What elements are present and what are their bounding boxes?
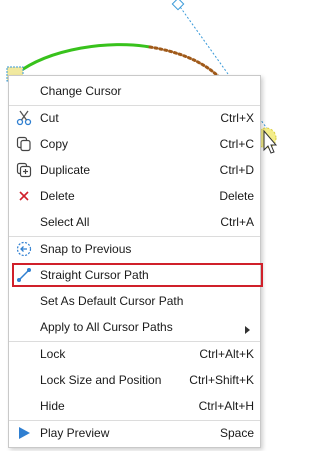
menu-item-apply-all-paths[interactable]: Apply to All Cursor Paths (9, 314, 260, 340)
menu-item-shortcut: Ctrl+A (220, 215, 254, 229)
menu-item-change-cursor[interactable]: Change Cursor (9, 78, 260, 104)
menu-item-label: Duplicate (40, 163, 91, 177)
delete-x-icon (15, 187, 33, 205)
menu-item-label: Copy (40, 137, 69, 151)
menu-item-shortcut: Ctrl+Shift+K (189, 373, 254, 387)
copy-icon (15, 135, 33, 153)
menu-item-label: Lock Size and Position (40, 373, 162, 387)
menu-item-hide[interactable]: Hide Ctrl+Alt+H (9, 393, 260, 419)
menu-item-label: Hide (40, 399, 65, 413)
menu-item-select-all[interactable]: Select All Ctrl+A (9, 209, 260, 235)
duplicate-icon (15, 161, 33, 179)
menu-item-set-default-path[interactable]: Set As Default Cursor Path (9, 288, 260, 314)
menu-item-shortcut: Ctrl+Alt+H (198, 399, 254, 413)
submenu-arrow-icon (245, 323, 251, 337)
menu-item-label: Cut (40, 111, 59, 125)
menu-item-shortcut: Delete (219, 189, 254, 203)
menu-item-play-preview[interactable]: Play Preview Space (9, 420, 260, 446)
menu-item-shortcut: Ctrl+X (220, 111, 254, 125)
cursor-path-curve-green[interactable] (14, 43, 152, 76)
menu-item-cut[interactable]: Cut Ctrl+X (9, 105, 260, 131)
context-menu: Change Cursor Cut Ctrl+X Copy Ctrl+C Dup… (8, 75, 263, 448)
menu-item-label: Select All (40, 215, 90, 229)
menu-item-label: Set As Default Cursor Path (40, 294, 184, 308)
menu-item-shortcut: Ctrl+D (219, 163, 254, 177)
menu-item-label: Apply to All Cursor Paths (40, 320, 173, 334)
play-icon (15, 424, 33, 442)
selection-highlight-box (12, 263, 263, 287)
menu-item-delete[interactable]: Delete Delete (9, 183, 260, 209)
path-handle-top[interactable] (171, 0, 185, 11)
menu-item-label: Change Cursor (40, 84, 122, 98)
menu-item-label: Lock (40, 347, 66, 361)
menu-item-lock[interactable]: Lock Ctrl+Alt+K (9, 341, 260, 367)
menu-item-snap-to-previous[interactable]: Snap to Previous (9, 236, 260, 262)
scissors-icon (15, 109, 33, 127)
menu-item-shortcut: Space (219, 426, 254, 440)
menu-item-copy[interactable]: Copy Ctrl+C (9, 131, 260, 157)
menu-item-label: Delete (40, 189, 75, 203)
menu-item-label: Play Preview (40, 426, 110, 440)
snap-icon (15, 240, 33, 258)
menu-item-shortcut: Ctrl+Alt+K (199, 347, 254, 361)
menu-item-shortcut: Ctrl+C (219, 137, 254, 151)
menu-item-lock-size-position[interactable]: Lock Size and Position Ctrl+Shift+K (9, 367, 260, 393)
menu-item-label: Snap to Previous (40, 242, 132, 256)
menu-item-duplicate[interactable]: Duplicate Ctrl+D (9, 157, 260, 183)
